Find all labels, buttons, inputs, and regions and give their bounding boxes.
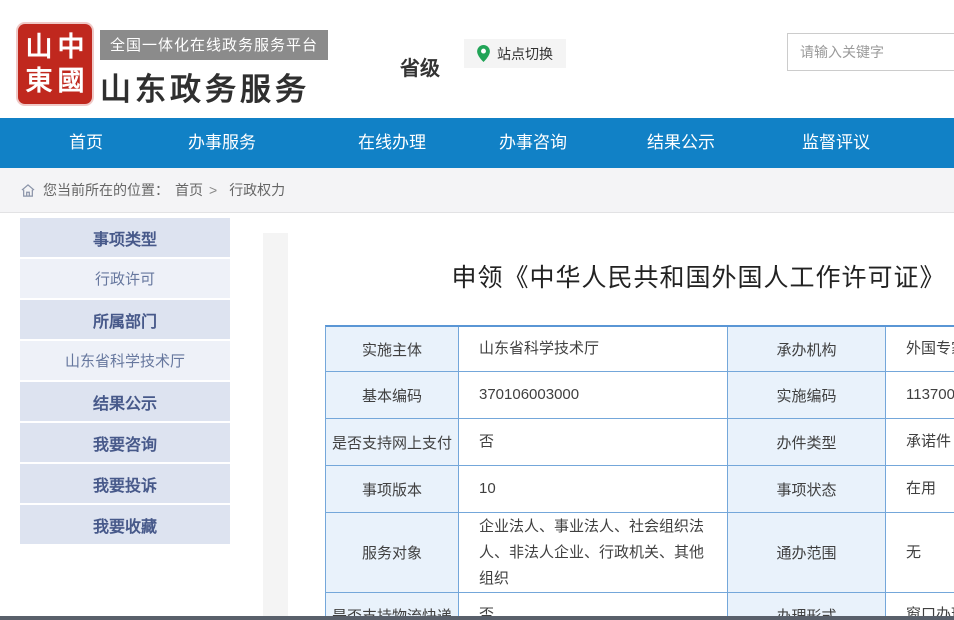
table-row: 实施主体 山东省科学技术厅 承办机构 外国专家服 [326, 327, 954, 372]
nav-item-consultation[interactable]: 办事咨询 [499, 118, 567, 168]
table-row: 基本编码 370106003000 实施编码 11370000 [326, 372, 954, 419]
sidebar-item-sd-science-tech-dept[interactable]: 山东省科学技术厅 [20, 341, 230, 380]
nav-item-services[interactable]: 办事服务 [188, 118, 256, 168]
nav-item-result-publicity[interactable]: 结果公示 [647, 118, 715, 168]
breadcrumb-separator: > [209, 182, 217, 198]
location-pin-icon [477, 45, 490, 62]
table-value: 11370000 [886, 372, 954, 419]
sidebar-item-admin-license[interactable]: 行政许可 [20, 259, 230, 298]
sidebar-item-consult[interactable]: 我要咨询 [20, 423, 230, 462]
sidebar-item-favorite[interactable]: 我要收藏 [20, 505, 230, 544]
table-value: 外国专家服 [886, 327, 954, 372]
matter-info-table: 实施主体 山东省科学技术厅 承办机构 外国专家服 基本编码 3701060030… [325, 325, 954, 620]
seal-char: 中 [55, 30, 87, 64]
platform-badge: 全国一体化在线政务服务平台 [100, 30, 328, 60]
search-input[interactable] [787, 33, 954, 71]
page: 山 中 東 國 全国一体化在线政务服务平台 山东政务服务 省级 站点切换 首页 … [0, 0, 954, 620]
nav-item-online-handling[interactable]: 在线办理 [358, 118, 426, 168]
table-row: 服务对象 企业法人、事业法人、社会组织法人、非法人企业、行政机关、其他组织 通办… [326, 513, 954, 593]
table-value: 否 [459, 419, 728, 466]
site-switch-button[interactable]: 站点切换 [464, 39, 566, 68]
site-level-label: 省级 [400, 52, 440, 81]
table-value: 370106003000 [459, 372, 728, 419]
table-label: 事项版本 [326, 466, 459, 513]
main-nav: 首页 办事服务 在线办理 办事咨询 结果公示 监督评议 [0, 118, 954, 168]
table-label: 是否支持网上支付 [326, 419, 459, 466]
sidebar-item-complain[interactable]: 我要投诉 [20, 464, 230, 503]
shandong-seal-logo: 山 中 東 國 [18, 24, 92, 104]
nav-item-home[interactable]: 首页 [69, 118, 103, 168]
table-label: 基本编码 [326, 372, 459, 419]
table-row: 事项版本 10 事项状态 在用 [326, 466, 954, 513]
table-value: 山东省科学技术厅 [459, 327, 728, 372]
sidebar-item-matter-type[interactable]: 事项类型 [20, 218, 230, 257]
brand-block: 全国一体化在线政务服务平台 山东政务服务 [100, 30, 328, 109]
breadcrumb-prefix: 您当前所在的位置： [43, 180, 169, 200]
seal-char: 東 [23, 64, 55, 98]
content-divider-strip [263, 233, 288, 620]
sidebar-item-result-publicity[interactable]: 结果公示 [20, 382, 230, 421]
table-label: 服务对象 [326, 513, 459, 593]
page-title: 申领《中华人民共和国外国人工作许可证》 [325, 258, 954, 294]
breadcrumb-current: 行政权力 [229, 180, 285, 200]
table-value: 10 [459, 466, 728, 513]
sidebar: 事项类型 行政许可 所属部门 山东省科学技术厅 结果公示 我要咨询 我要投诉 我… [20, 218, 230, 546]
seal-char: 山 [23, 30, 55, 64]
nav-item-supervision[interactable]: 监督评议 [802, 118, 870, 168]
site-switch-label: 站点切换 [497, 44, 553, 64]
table-label: 通办范围 [728, 513, 886, 593]
table-value: 无 [886, 513, 954, 593]
home-icon [21, 184, 35, 197]
table-value: 在用 [886, 466, 954, 513]
table-label: 事项状态 [728, 466, 886, 513]
table-value: 企业法人、事业法人、社会组织法人、非法人企业、行政机关、其他组织 [459, 513, 728, 593]
table-label: 实施编码 [728, 372, 886, 419]
site-title: 山东政务服务 [100, 64, 328, 109]
table-label: 实施主体 [326, 327, 459, 372]
seal-char: 國 [55, 64, 87, 98]
table-value: 承诺件 [886, 419, 954, 466]
breadcrumb-home-link[interactable]: 首页 [175, 180, 203, 200]
breadcrumb: 您当前所在的位置： 首页 > 行政权力 [0, 168, 954, 213]
table-label: 承办机构 [728, 327, 886, 372]
site-header: 山 中 東 國 全国一体化在线政务服务平台 山东政务服务 省级 站点切换 [0, 0, 954, 118]
bottom-edge-bar [0, 616, 954, 620]
table-label: 办件类型 [728, 419, 886, 466]
sidebar-item-department[interactable]: 所属部门 [20, 300, 230, 339]
table-row: 是否支持网上支付 否 办件类型 承诺件 [326, 419, 954, 466]
